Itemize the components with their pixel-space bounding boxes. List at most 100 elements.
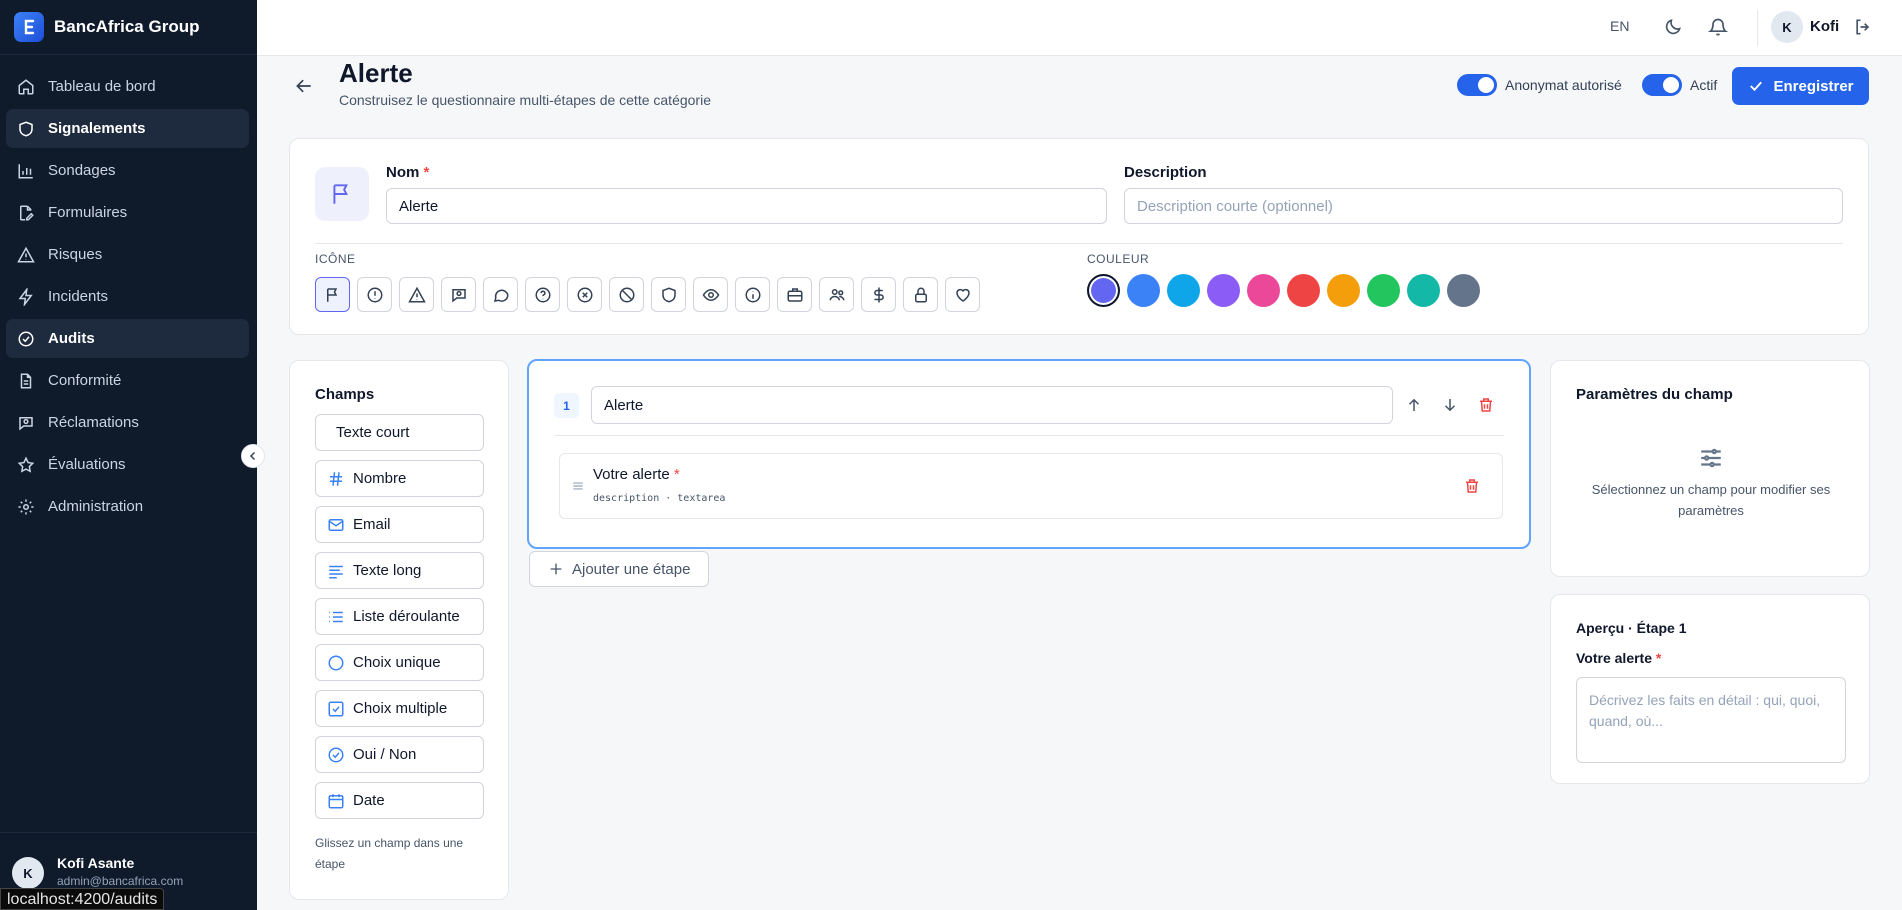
field-type-dropdown[interactable]: Liste déroulante [315,598,484,635]
sidebar-item-reclamations[interactable]: Réclamations [6,403,249,442]
step-title-input[interactable]: Alerte [591,386,1393,424]
icon-option-chat[interactable] [483,277,518,312]
icon-option-users[interactable] [819,277,854,312]
field-type-multiple-choice[interactable]: Choix multiple [315,690,484,727]
trash-icon[interactable] [1477,396,1495,414]
icon-option-message-alert[interactable] [441,277,476,312]
brand[interactable]: BancAfrica Group [0,0,257,55]
user-email: admin@bancafrica.com [57,874,184,888]
icon-option-warning[interactable] [399,277,434,312]
back-arrow-icon[interactable] [294,76,314,96]
icon-option-heart[interactable] [945,277,980,312]
sidebar-item-audits[interactable]: Audits [6,319,249,358]
moon-icon[interactable] [1663,17,1683,37]
logout-icon[interactable] [1853,17,1873,37]
icon-option-info[interactable] [735,277,770,312]
field-type-date[interactable]: Date [315,782,484,819]
sidebar-item-risques[interactable]: Risques [6,235,249,274]
sidebar-item-conformite[interactable]: Conformité [6,361,249,400]
color-swatch-sky[interactable] [1167,274,1200,307]
fields-palette-hint: Glissez un champ dans une étape [315,836,464,871]
active-toggle[interactable] [1642,74,1682,96]
sidebar-item-signalements[interactable]: Signalements [6,109,249,148]
add-step-button[interactable]: Ajouter une étape [529,551,709,587]
preview-textarea[interactable]: Décrivez les faits en détail : qui, quoi… [1576,677,1846,763]
sidebar-item-formulaires[interactable]: Formulaires [6,193,249,232]
arrow-up-icon[interactable] [1405,396,1423,414]
icon-option-lock[interactable] [903,277,938,312]
color-swatch-violet[interactable] [1207,274,1240,307]
icon-option-shield[interactable] [651,277,686,312]
step-field-row[interactable]: Votre alerte * description · textarea [559,453,1503,519]
color-swatch-indigo[interactable] [1087,274,1120,307]
url-tooltip: localhost:4200/audits [0,888,165,910]
field-type-label: Texte court [336,424,410,441]
icon-option-briefcase[interactable] [777,277,812,312]
sidebar-item-dashboard[interactable]: Tableau de bord [6,67,249,106]
field-type-number[interactable]: Nombre [315,460,484,497]
avatar[interactable]: K [1771,11,1803,43]
preview-title: Aperçu · Étape 1 [1576,620,1687,636]
name-label: Nom * [386,164,430,181]
sidebar-item-evaluations[interactable]: Évaluations [6,445,249,484]
icon-option-help[interactable] [525,277,560,312]
icon-option-ban[interactable] [609,277,644,312]
step-card[interactable]: 1 Alerte Votre alerte * description · te… [527,359,1531,549]
color-swatch-teal[interactable] [1407,274,1440,307]
x-circle-icon [577,287,592,302]
language-switch[interactable]: EN [1610,18,1629,34]
field-params-panel: Paramètres du champ Sélectionnez un cham… [1550,360,1870,577]
sidebar-item-label: Administration [48,498,144,515]
help-circle-icon [535,287,550,302]
icon-section-label: ICÔNE [315,252,356,266]
sidebar-item-label: Tableau de bord [48,78,156,95]
description-input[interactable]: Description courte (optionnel) [1124,188,1843,224]
selected-icon-preview [315,167,369,221]
sidebar-item-label: Conformité [48,372,122,389]
field-type-long-text[interactable]: Texte long [315,552,484,589]
color-swatch-slate[interactable] [1447,274,1480,307]
step-number: 1 [554,393,579,418]
arrow-down-icon[interactable] [1441,396,1459,414]
sidebar-item-incidents[interactable]: Incidents [6,277,249,316]
field-type-single-choice[interactable]: Choix unique [315,644,484,681]
field-type-email[interactable]: Email [315,506,484,543]
fields-palette: Champs Texte court Nombre Email Texte lo… [289,360,509,900]
check-icon [1750,81,1763,92]
document-icon [20,373,32,388]
sidebar-item-label: Incidents [48,288,109,305]
dollar-icon [873,287,884,302]
name-input[interactable]: Alerte [386,188,1107,224]
sliders-icon [1701,448,1721,468]
page-subtitle: Construisez le questionnaire multi-étape… [339,92,711,108]
save-button[interactable]: Enregistrer [1732,67,1869,105]
topbar-user-name[interactable]: Kofi [1810,18,1839,35]
drag-handle-icon[interactable] [571,479,585,493]
icon-option-dollar[interactable] [861,277,896,312]
icon-option-alert-circle[interactable] [357,277,392,312]
sidebar-item-administration[interactable]: Administration [6,487,249,526]
color-swatch-amber[interactable] [1327,274,1360,307]
field-params-title: Paramètres du champ [1576,386,1733,403]
icon-option-flag[interactable] [315,277,350,312]
field-type-yes-no[interactable]: Oui / Non [315,736,484,773]
icon-option-eye[interactable] [693,277,728,312]
sidebar-item-sondages[interactable]: Sondages [6,151,249,190]
color-swatch-green[interactable] [1367,274,1400,307]
color-section-label: COULEUR [1087,252,1150,266]
flag-icon [333,184,348,204]
radio-circle-icon [328,655,344,670]
brand-logo-icon [14,12,44,42]
color-swatch-pink[interactable] [1247,274,1280,307]
sidebar-collapse-button[interactable] [241,444,265,468]
color-swatch-blue[interactable] [1127,274,1160,307]
description-label: Description [1124,164,1207,181]
list-icon [329,611,343,622]
color-swatch-red[interactable] [1287,274,1320,307]
bell-icon[interactable] [1708,17,1728,37]
anonymity-toggle[interactable] [1457,74,1497,96]
sidebar-nav: Tableau de bord Signalements Sondages Fo… [0,55,257,526]
icon-option-x-circle[interactable] [567,277,602,312]
trash-icon[interactable] [1463,477,1481,495]
field-type-short-text[interactable]: Texte court [315,414,484,451]
